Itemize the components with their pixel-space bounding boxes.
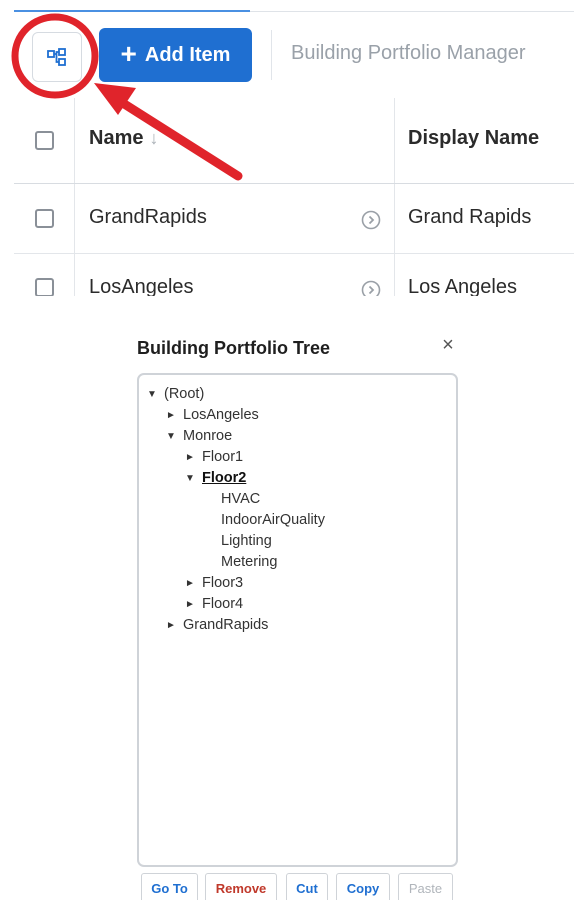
table-row: LosAngeles Los Angeles (14, 254, 574, 296)
tree-view-button[interactable] (32, 32, 82, 82)
tree-node-indoorairquality[interactable]: IndoorAirQuality (221, 511, 325, 529)
row-display-name-cell: Los Angeles (408, 276, 517, 296)
plus-icon: + (120, 37, 137, 69)
navigate-circle-icon[interactable] (361, 210, 381, 230)
collapsed-arrow-icon: ► (166, 410, 176, 421)
tree-node-losangeles[interactable]: ► LosAngeles (166, 406, 259, 425)
expanded-arrow-icon: ▼ (185, 473, 195, 484)
tree-node-floor4[interactable]: ► Floor4 (185, 595, 243, 614)
app-title: Building Portfolio Manager (291, 42, 526, 64)
tree-structure-icon (47, 48, 66, 66)
tree-node-floor2[interactable]: ▼ Floor2 (185, 469, 246, 488)
row-name-cell: GrandRapids (89, 206, 207, 228)
tree-node-lighting[interactable]: Lighting (221, 532, 272, 550)
row-checkbox[interactable] (35, 278, 54, 296)
grid-header-row: Name ↓ Display Name (14, 98, 574, 184)
sort-down-icon: ↓ (149, 128, 159, 148)
close-icon[interactable]: × (437, 334, 459, 356)
toolbar-divider (271, 30, 272, 80)
cut-button[interactable]: Cut (286, 873, 328, 900)
select-all-checkbox[interactable] (35, 131, 54, 150)
add-item-label: Add Item (144, 43, 231, 66)
table-row: GrandRapids Grand Rapids (14, 184, 574, 254)
top-tab-strip (14, 0, 574, 12)
collapsed-arrow-icon: ► (166, 620, 176, 631)
tree-node-floor1[interactable]: ► Floor1 (185, 448, 243, 467)
tree-node-hvac[interactable]: HVAC (221, 490, 260, 508)
column-header-display-name[interactable]: Display Name (408, 127, 539, 150)
go-to-button[interactable]: Go To (141, 873, 198, 900)
add-item-button[interactable]: + Add Item (99, 28, 252, 82)
copy-button[interactable]: Copy (336, 873, 390, 900)
collapsed-arrow-icon: ► (185, 452, 195, 463)
tree-node-grandrapids[interactable]: ► GrandRapids (166, 616, 268, 635)
active-tab-indicator (14, 10, 250, 12)
tree-node-metering[interactable]: Metering (221, 553, 277, 571)
paste-button-disabled: Paste (398, 873, 453, 900)
row-checkbox[interactable] (35, 209, 54, 228)
tree-node-root[interactable]: ▼ (Root) (147, 385, 204, 404)
expanded-arrow-icon: ▼ (166, 431, 176, 442)
portfolio-tree: ▼ (Root) ► LosAngeles ▼ Monroe ► Floor1 ▼ Flo… (137, 373, 458, 867)
navigate-circle-icon[interactable] (361, 280, 381, 296)
row-display-name-cell: Grand Rapids (408, 206, 532, 228)
collapsed-arrow-icon: ► (185, 578, 195, 589)
tree-node-floor3[interactable]: ► Floor3 (185, 574, 243, 593)
tree-node-monroe[interactable]: ▼ Monroe (166, 427, 232, 446)
items-grid: Name ↓ Display Name GrandRapids Grand Rap… (14, 98, 574, 296)
collapsed-arrow-icon: ► (185, 599, 195, 610)
dialog-title: Building Portfolio Tree (137, 338, 330, 358)
remove-button[interactable]: Remove (205, 873, 277, 900)
row-name-cell: LosAngeles (89, 276, 194, 296)
expanded-arrow-icon: ▼ (147, 389, 157, 400)
column-header-name[interactable]: Name ↓ (89, 127, 158, 150)
